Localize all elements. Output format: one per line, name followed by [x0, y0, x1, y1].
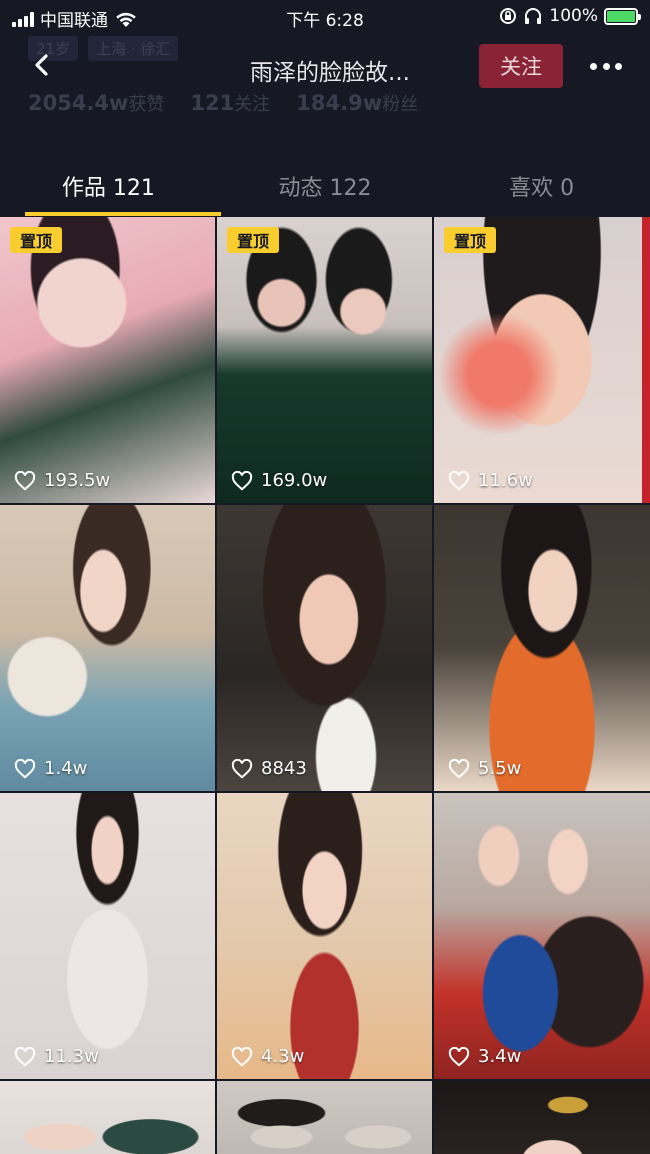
thumbnail-image	[0, 505, 215, 791]
thumbnail-image	[0, 217, 215, 503]
tab-liked[interactable]: 喜欢 0	[433, 160, 650, 216]
stat-likes-value: 2054.4w	[28, 91, 129, 115]
like-count-value: 5.5w	[478, 758, 522, 779]
video-thumbnail[interactable]: 11.3w	[0, 793, 215, 1079]
headphones-icon	[525, 8, 542, 24]
video-thumbnail[interactable]	[217, 1081, 432, 1154]
video-thumbnail[interactable]: 1.4w	[0, 505, 215, 791]
thumbnail-image	[434, 217, 650, 503]
video-thumbnail[interactable]	[0, 1081, 215, 1154]
thumbnail-image	[217, 217, 432, 503]
thumbnail-image	[434, 793, 650, 1079]
pinned-badge: 置顶	[227, 227, 280, 253]
heart-icon	[448, 1046, 470, 1066]
profile-stats: 2054.4w获赞 121关注 184.9w粉丝	[28, 90, 418, 116]
like-count-value: 169.0w	[261, 470, 328, 491]
battery-icon	[604, 7, 641, 25]
thumbnail-image	[434, 505, 650, 791]
video-thumbnail[interactable]: 置顶 193.5w	[0, 217, 215, 503]
stat-fans-label: 粉丝	[382, 94, 419, 115]
thumbnail-image	[434, 1081, 650, 1154]
stat-likes: 2054.4w获赞	[28, 90, 164, 116]
like-count: 1.4w	[14, 758, 87, 779]
tab-works[interactable]: 作品 121	[0, 160, 221, 216]
like-count: 4.3w	[231, 1046, 304, 1067]
video-thumbnail[interactable]: 5.5w	[434, 505, 650, 791]
pinned-badge: 置顶	[444, 227, 497, 253]
thumbnail-image	[0, 793, 215, 1079]
tab-liked-label: 喜欢 0	[509, 176, 575, 201]
top-nav-bar: 雨泽的脸脸故... 关注	[0, 40, 650, 92]
heart-icon	[231, 470, 253, 490]
tab-works-label: 作品 121	[61, 176, 155, 201]
video-thumbnail[interactable]: 4.3w	[217, 793, 432, 1079]
battery-percent: 100%	[549, 6, 598, 26]
like-count-value: 4.3w	[261, 1046, 305, 1067]
like-count-value: 8843	[261, 758, 307, 779]
like-count: 169.0w	[231, 470, 327, 491]
video-thumbnail[interactable]: 3.4w	[434, 793, 650, 1079]
like-count: 11.3w	[14, 1046, 99, 1067]
thumbnail-image	[217, 793, 432, 1079]
stat-fans: 184.9w粉丝	[296, 90, 418, 116]
video-thumbnail[interactable]	[434, 1081, 650, 1154]
more-dots-icon[interactable]	[590, 54, 622, 78]
like-count: 3.4w	[448, 1046, 521, 1067]
heart-icon	[231, 1046, 253, 1066]
thumbnail-image	[217, 1081, 432, 1154]
profile-tabs: 作品 121 动态 122 喜欢 0	[0, 160, 650, 216]
heart-icon	[14, 758, 36, 778]
tab-posts[interactable]: 动态 122	[217, 160, 434, 216]
stat-following-value: 121	[190, 91, 235, 115]
like-count: 11.6w	[448, 470, 533, 491]
like-count-value: 11.6w	[478, 470, 533, 491]
like-count: 193.5w	[14, 470, 110, 491]
heart-icon	[14, 1046, 36, 1066]
tab-posts-label: 动态 122	[278, 176, 372, 201]
status-bar: 中国联通 下午 6:28 100%	[0, 0, 650, 34]
stat-likes-label: 获赞	[128, 94, 165, 115]
follow-button[interactable]: 关注	[479, 44, 563, 88]
red-border-strip	[642, 217, 650, 503]
heart-icon	[14, 470, 36, 490]
thumbnail-image	[0, 1081, 215, 1154]
video-grid: 置顶 193.5w 置顶 169.0w 置顶 11.6w 1.4w 8843 5…	[0, 217, 650, 1154]
page-title: 雨泽的脸脸故...	[250, 60, 410, 86]
like-count-value: 1.4w	[44, 758, 88, 779]
like-count: 5.5w	[448, 758, 521, 779]
like-count-value: 3.4w	[478, 1046, 522, 1067]
heart-icon	[231, 758, 253, 778]
chevron-left-icon[interactable]	[28, 50, 58, 80]
heart-icon	[448, 470, 470, 490]
like-count-value: 11.3w	[44, 1046, 99, 1067]
like-count-value: 193.5w	[44, 470, 111, 491]
stat-fans-value: 184.9w	[296, 91, 383, 115]
pinned-badge: 置顶	[10, 227, 63, 253]
status-right: 100%	[499, 6, 641, 26]
video-thumbnail[interactable]: 置顶 169.0w	[217, 217, 432, 503]
stat-following-label: 关注	[234, 94, 271, 115]
stat-following: 121关注	[190, 90, 270, 116]
video-thumbnail[interactable]: 8843	[217, 505, 432, 791]
thumbnail-image	[217, 505, 432, 791]
rotation-lock-icon	[500, 8, 517, 24]
like-count: 8843	[231, 758, 307, 779]
video-thumbnail[interactable]: 置顶 11.6w	[434, 217, 650, 503]
heart-icon	[448, 758, 470, 778]
